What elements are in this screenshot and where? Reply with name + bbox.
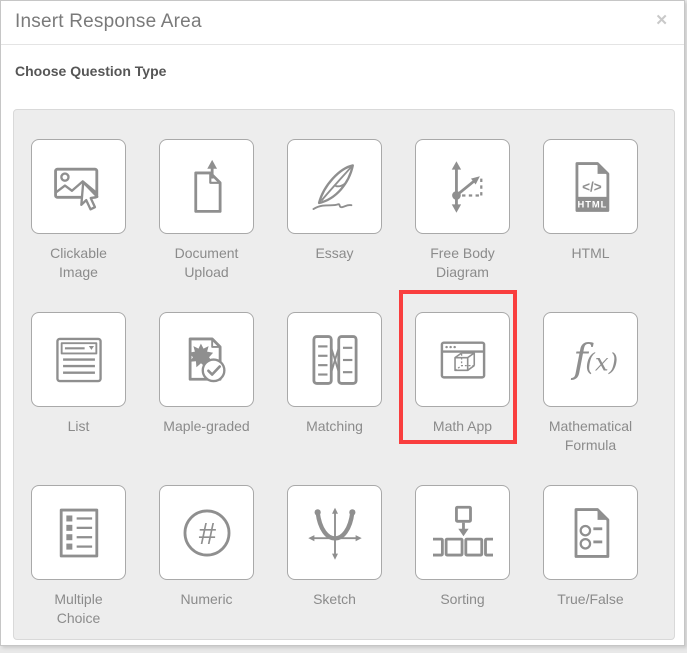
question-type-cell-mathematical-formula: Mathematical Formula — [543, 312, 638, 485]
question-type-label: Multiple Choice — [13, 590, 149, 627]
question-type-tile-true-false[interactable] — [543, 485, 638, 580]
question-type-tile-essay[interactable] — [287, 139, 382, 234]
insert-response-area-dialog: Insert Response Area ✕ Choose Question T… — [0, 0, 685, 646]
question-type-tile-list[interactable] — [31, 312, 126, 407]
question-type-label: Matching — [265, 417, 405, 436]
question-type-cell-essay: Essay — [287, 139, 382, 312]
question-type-cell-document-upload: Document Upload — [159, 139, 254, 312]
question-type-tile-sketch[interactable] — [287, 485, 382, 580]
question-type-tile-matching[interactable] — [287, 312, 382, 407]
question-type-tile-html[interactable] — [543, 139, 638, 234]
question-type-tile-mathematical-formula[interactable] — [543, 312, 638, 407]
question-type-cell-maple-graded: Maple-graded — [159, 312, 254, 485]
question-type-label: Numeric — [137, 590, 277, 609]
math-app-icon — [433, 330, 493, 390]
list-icon — [49, 330, 109, 390]
section-heading: Choose Question Type — [15, 63, 166, 79]
question-type-cell-clickable-image: Clickable Image — [31, 139, 126, 312]
question-type-grid-panel: Clickable Image Document Upload Essay Fr… — [13, 109, 675, 640]
question-type-grid: Clickable Image Document Upload Essay Fr… — [14, 110, 674, 640]
question-type-cell-sketch: Sketch — [287, 485, 382, 640]
question-type-cell-math-app: Math App — [415, 312, 510, 485]
maple-graded-icon — [177, 330, 237, 390]
question-type-label: Sketch — [265, 590, 405, 609]
question-type-cell-sorting: Sorting — [415, 485, 510, 640]
question-type-label: Mathematical Formula — [521, 417, 661, 454]
essay-icon — [305, 157, 365, 217]
question-type-cell-true-false: True/False — [543, 485, 638, 640]
question-type-cell-multiple-choice: Multiple Choice — [31, 485, 126, 640]
question-type-cell-list: List — [31, 312, 126, 485]
question-type-tile-clickable-image[interactable] — [31, 139, 126, 234]
dialog-title: Insert Response Area — [15, 11, 202, 33]
question-type-label: HTML — [521, 244, 661, 263]
question-type-tile-maple-graded[interactable] — [159, 312, 254, 407]
question-type-cell-free-body-diagram: Free Body Diagram — [415, 139, 510, 312]
question-type-tile-free-body-diagram[interactable] — [415, 139, 510, 234]
sketch-icon — [305, 503, 365, 563]
question-type-tile-sorting[interactable] — [415, 485, 510, 580]
question-type-tile-numeric[interactable] — [159, 485, 254, 580]
clickable-image-icon — [49, 157, 109, 217]
question-type-tile-math-app[interactable] — [415, 312, 510, 407]
question-type-label: Free Body Diagram — [393, 244, 533, 281]
true-false-icon — [561, 503, 621, 563]
question-type-cell-numeric: Numeric — [159, 485, 254, 640]
html-icon — [561, 157, 621, 217]
sorting-icon — [433, 503, 493, 563]
question-type-label: Sorting — [393, 590, 533, 609]
free-body-diagram-icon — [433, 157, 493, 217]
question-type-label: Clickable Image — [13, 244, 149, 281]
question-type-label: Math App — [393, 417, 533, 436]
question-type-tile-multiple-choice[interactable] — [31, 485, 126, 580]
numeric-icon — [177, 503, 237, 563]
question-type-cell-matching: Matching — [287, 312, 382, 485]
question-type-label: True/False — [521, 590, 661, 609]
math-formula-icon — [561, 330, 621, 390]
question-type-label: List — [13, 417, 149, 436]
multiple-choice-icon — [49, 503, 109, 563]
question-type-label: Essay — [265, 244, 405, 263]
dialog-header: Insert Response Area ✕ — [1, 1, 684, 45]
question-type-cell-html: HTML — [543, 139, 638, 312]
document-upload-icon — [177, 157, 237, 217]
question-type-tile-document-upload[interactable] — [159, 139, 254, 234]
matching-icon — [305, 330, 365, 390]
close-icon[interactable]: ✕ — [652, 10, 671, 31]
question-type-label: Document Upload — [137, 244, 277, 281]
question-type-label: Maple-graded — [137, 417, 277, 436]
